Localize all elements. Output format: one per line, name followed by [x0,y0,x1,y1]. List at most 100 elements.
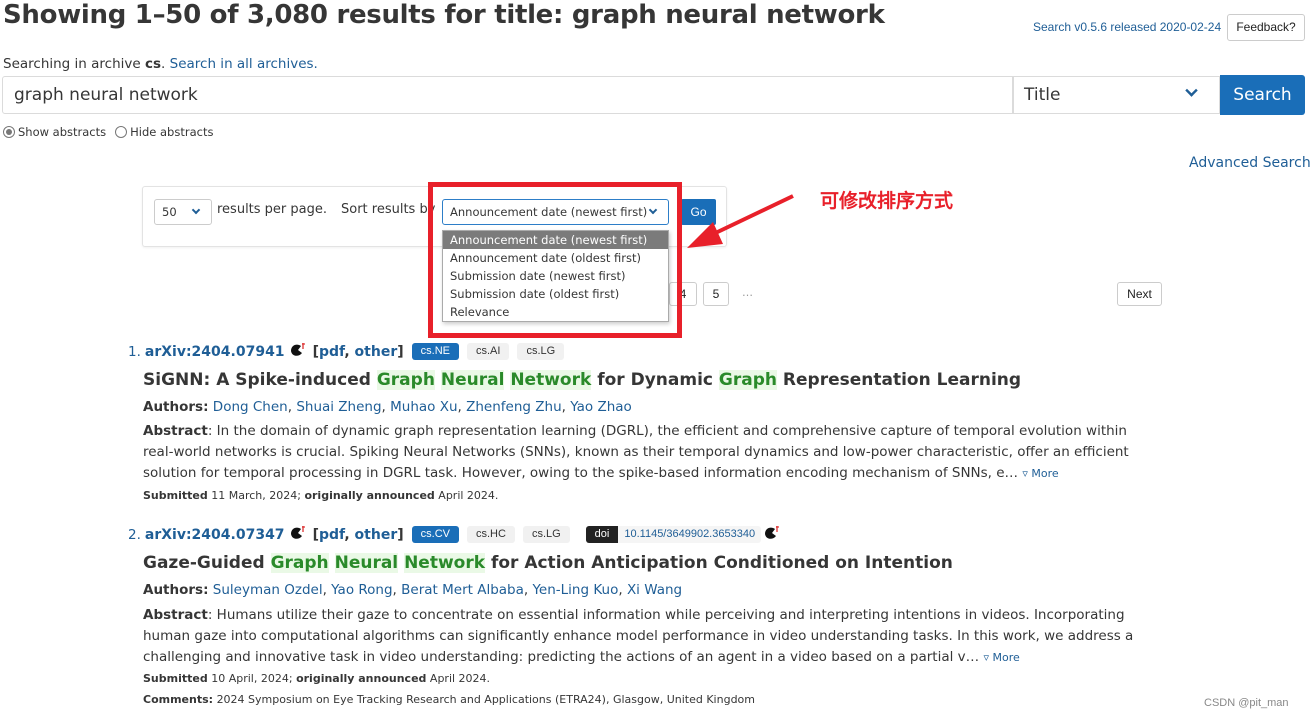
title-text: for Action Anticipation Conditioned on I… [485,553,953,573]
per-page-value: 50 [162,205,177,219]
submitted-label: Submitted [143,489,208,502]
category-tag[interactable]: cs.AI [466,343,510,360]
author-link[interactable]: Suleyman Ozdel [213,582,323,598]
bracket-close: ] [397,526,404,543]
result-comments: Comments: 2024 Symposium on Eye Tracking… [143,693,755,706]
show-abstracts-label[interactable]: Show abstracts [18,125,106,139]
pdf-link[interactable]: pdf [319,344,344,360]
result-header-line: 2. arXiv:2404.07347 [pdf, other] cs.CV c… [128,525,787,543]
result-abstract: Abstract: In the domain of dynamic graph… [143,423,1129,481]
version-link[interactable]: Search v0.5.6 released 2020-02-24 [1033,20,1221,34]
result-submitted: Submitted 11 March, 2024; originally ann… [143,489,498,502]
category-tag[interactable]: cs.HC [466,526,515,543]
category-tag[interactable]: cs.LG [522,526,570,543]
author-link[interactable]: Yen-Ling Kuo [532,582,618,598]
per-page-label: results per page. [217,202,328,217]
other-formats-link[interactable]: other [355,527,398,543]
watermark: CSDN @pit_man [1204,697,1289,709]
title-text [329,553,335,573]
title-highlight: Network [510,370,592,390]
archive-prefix: Searching in archive [3,56,145,72]
title-text: Representation Learning [777,370,1022,390]
primary-category-tag[interactable]: cs.CV [411,526,459,543]
catalyzex-icon[interactable] [763,525,781,541]
result-submitted: Submitted 10 April, 2024; originally ann… [143,672,490,685]
archive-separator: . [161,56,170,72]
title-highlight: Neural [440,370,505,390]
author-link[interactable]: Yao Zhao [570,399,632,415]
search-button[interactable]: Search [1220,75,1305,115]
chevron-down-icon [191,205,201,215]
abstract-label: Abstract [143,607,208,623]
search-all-archives-link[interactable]: Search in all archives. [170,56,318,72]
result-number: 1. [128,343,141,360]
result-authors: Authors: Dong Chen, Shuai Zheng, Muhao X… [143,399,632,415]
arxiv-id-link[interactable]: arXiv:2404.07941 [145,344,285,360]
link-separator: , [344,526,355,543]
author-link[interactable]: Dong Chen [213,399,288,415]
title-text: Gaze-Guided [143,553,271,573]
bracket-close: ] [397,343,404,360]
comments-label: Comments: [143,693,214,706]
annotation-arrow-icon [687,194,794,248]
show-abstracts-radio[interactable] [3,126,15,138]
announced-date: April 2024. [429,672,491,685]
author-link[interactable]: Shuai Zheng [296,399,381,415]
result-title: SiGNN: A Spike-induced Graph Neural Netw… [143,370,1021,390]
authors-label: Authors: [143,399,209,415]
result-header-line: 1. arXiv:2404.07941 [pdf, other] cs.NE c… [128,342,565,360]
other-formats-link[interactable]: other [355,344,398,360]
abstract-text: In the domain of dynamic graph represent… [143,423,1129,481]
arxiv-id-link[interactable]: arXiv:2404.07347 [145,527,285,543]
result-abstract: Abstract: Humans utilize their gaze to c… [143,607,1134,665]
title-highlight: Graph [270,553,329,573]
title-text: SiGNN: A Spike-induced [143,370,377,390]
link-separator: , [344,343,355,360]
search-input[interactable]: graph neural network [2,76,1013,114]
catalyzex-icon[interactable] [289,525,307,541]
category-tag[interactable]: cs.LG [517,343,565,360]
page-title: Showing 1–50 of 3,080 results for title:… [3,0,885,30]
announced-label: originally announced [296,672,427,685]
title-highlight: Network [404,553,486,573]
feedback-button[interactable]: Feedback? [1227,14,1305,41]
hide-abstracts-label[interactable]: Hide abstracts [130,125,213,139]
result-title: Gaze-Guided Graph Neural Network for Act… [143,553,953,573]
comments-text: 2024 Symposium on Eye Tracking Research … [216,693,755,706]
hide-abstracts-radio[interactable] [115,126,128,138]
title-highlight: Graph [376,370,435,390]
next-page-button[interactable]: Next [1117,282,1162,306]
advanced-search-link[interactable]: Advanced Search [1189,155,1311,171]
author-link[interactable]: Xi Wang [627,582,682,598]
annotation-text: 可修改排序方式 [820,190,954,212]
title-text [435,370,441,390]
submitted-label: Submitted [143,672,208,685]
result-links: [pdf, other] [313,527,404,543]
author-link[interactable]: Berat Mert Albaba [401,582,524,598]
more-link[interactable]: ▿ More [983,651,1019,664]
pagination-ellipsis: … [742,286,753,299]
announced-label: originally announced [304,489,435,502]
archive-line: Searching in archive cs. Search in all a… [3,56,318,72]
primary-category-tag[interactable]: cs.NE [411,343,459,360]
result-number: 2. [128,526,141,543]
result-links: [pdf, other] [313,344,404,360]
per-page-select[interactable]: 50 [154,199,212,225]
doi-link[interactable]: 10.1145/3649902.3653340 [618,526,762,543]
submitted-date: 10 April, 2024; [211,672,293,685]
search-field-select[interactable]: Title [1013,76,1220,114]
authors-label: Authors: [143,582,209,598]
catalyzex-icon[interactable] [289,342,307,358]
more-link[interactable]: ▿ More [1022,467,1058,480]
author-link[interactable]: Yao Rong [331,582,392,598]
announced-date: April 2024. [438,489,499,502]
author-link[interactable]: Zhenfeng Zhu [466,399,562,415]
pdf-link[interactable]: pdf [319,527,344,543]
annotation-highlight-box [428,182,682,338]
title-highlight: Neural [334,553,399,573]
search-field-value: Title [1024,85,1061,105]
doi-tag: doi [585,526,619,543]
sort-label: Sort results by [341,202,436,217]
author-link[interactable]: Muhao Xu [390,399,457,415]
page-5-button[interactable]: 5 [703,282,729,306]
